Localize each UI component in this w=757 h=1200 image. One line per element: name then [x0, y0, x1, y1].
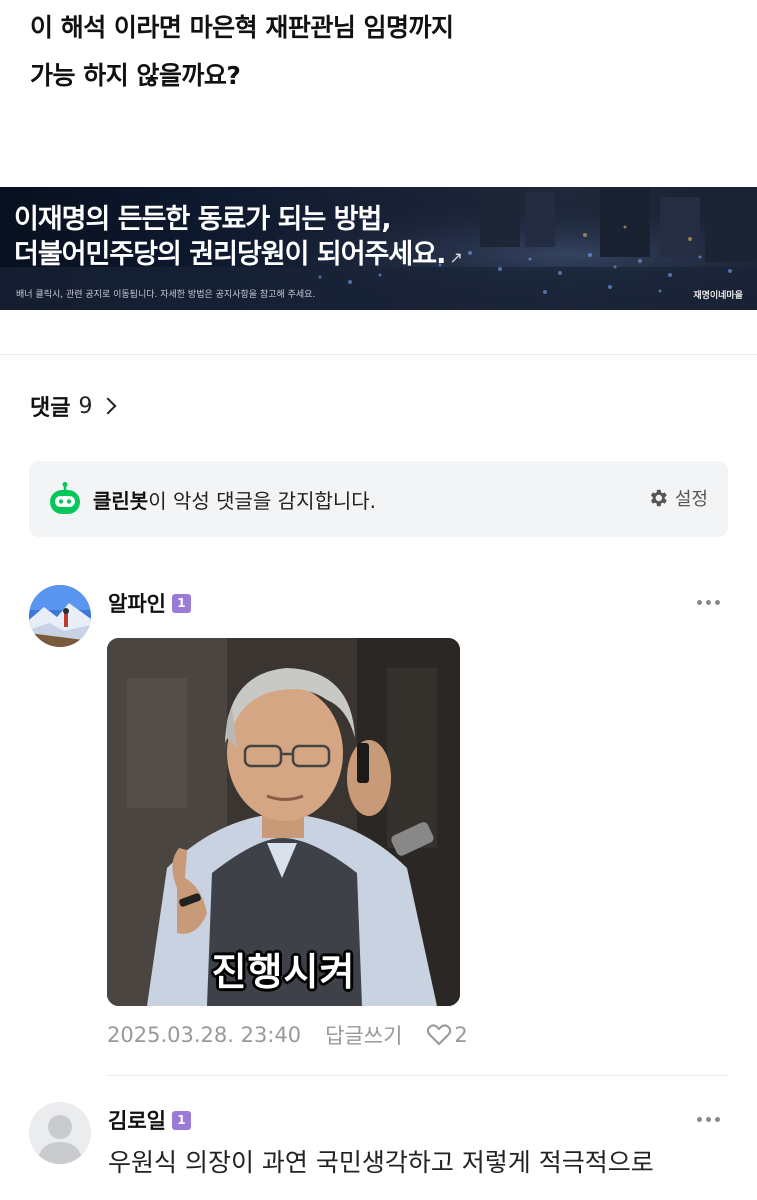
robot-icon	[50, 482, 80, 514]
author-name: 김로일	[108, 1109, 166, 1133]
avatar[interactable]	[29, 585, 91, 647]
cleanbot-message: 클린봇이 악성 댓글을 감지합니다.	[93, 485, 376, 514]
comment-text: 우원식 의장이 과연 국민생각하고 저렇게 적극적으로	[108, 1148, 654, 1177]
comments-header[interactable]: 댓글 9	[30, 390, 117, 422]
banner-note: 배너 클릭시, 관련 공지로 이동됩니다. 자세한 방법은 공지사항을 참고해 …	[16, 290, 316, 300]
more-options-icon[interactable]	[697, 600, 720, 605]
cleanbot-name: 클린봇	[93, 488, 149, 513]
comment-divider	[107, 1075, 728, 1076]
cleanbot-text: 이 악성 댓글을 감지합니다.	[148, 488, 377, 513]
level-badge: 1	[171, 1110, 191, 1130]
meme-caption: 진행시켜	[211, 950, 356, 994]
banner-headline-2-text: 더불어민주당의 권리당원이 되어주세요.	[14, 239, 446, 270]
banner-headline-1: 이재명의 든든한 동료가 되는 방법,	[14, 204, 392, 235]
heart-icon	[427, 1024, 452, 1045]
comment-author[interactable]: 알파인 1	[108, 588, 191, 618]
avatar[interactable]	[29, 1102, 91, 1164]
comment-author[interactable]: 김로일 1	[108, 1105, 191, 1135]
post-title-line2: 가능 하지 않을까요?	[30, 61, 241, 90]
default-avatar-icon	[29, 1102, 91, 1164]
comments-count: 9	[78, 393, 93, 419]
level-badge: 1	[171, 593, 191, 613]
banner-headline-2: 더불어민주당의 권리당원이 되어주세요. ↗	[14, 232, 463, 271]
comment-image[interactable]: 진행시켜	[107, 638, 460, 1006]
cleanbot-settings-button[interactable]: 설정	[647, 485, 708, 511]
comment-meta: 2025.03.28. 23:40 답글쓰기 2	[107, 1020, 468, 1050]
reply-button[interactable]: 답글쓰기	[325, 1020, 402, 1050]
author-name: 알파인	[108, 592, 166, 616]
like-button[interactable]: 2	[426, 1023, 468, 1047]
post-title-line1: 이 해석 이라면 마은혁 재판관님 임명까지	[30, 13, 454, 42]
more-options-icon[interactable]	[697, 1117, 720, 1122]
banner-brand: 재명이네마을	[693, 291, 743, 301]
settings-label: 설정	[674, 489, 708, 510]
comments-label: 댓글	[30, 396, 71, 421]
membership-banner[interactable]: 이재명의 든든한 동료가 되는 방법, 더불어민주당의 권리당원이 되어주세요.…	[0, 187, 757, 310]
comment-timestamp: 2025.03.28. 23:40	[107, 1023, 302, 1047]
post-title: 이 해석 이라면 마은혁 재판관님 임명까지 가능 하지 않을까요?	[30, 4, 730, 100]
chevron-right-icon	[99, 397, 117, 415]
external-link-icon: ↗	[449, 248, 462, 267]
like-count: 2	[454, 1023, 468, 1047]
cleanbot-notice: 클린봇이 악성 댓글을 감지합니다. 설정	[29, 461, 728, 537]
section-divider	[0, 354, 757, 355]
gear-icon	[650, 489, 667, 507]
avatar-photo	[29, 585, 91, 647]
